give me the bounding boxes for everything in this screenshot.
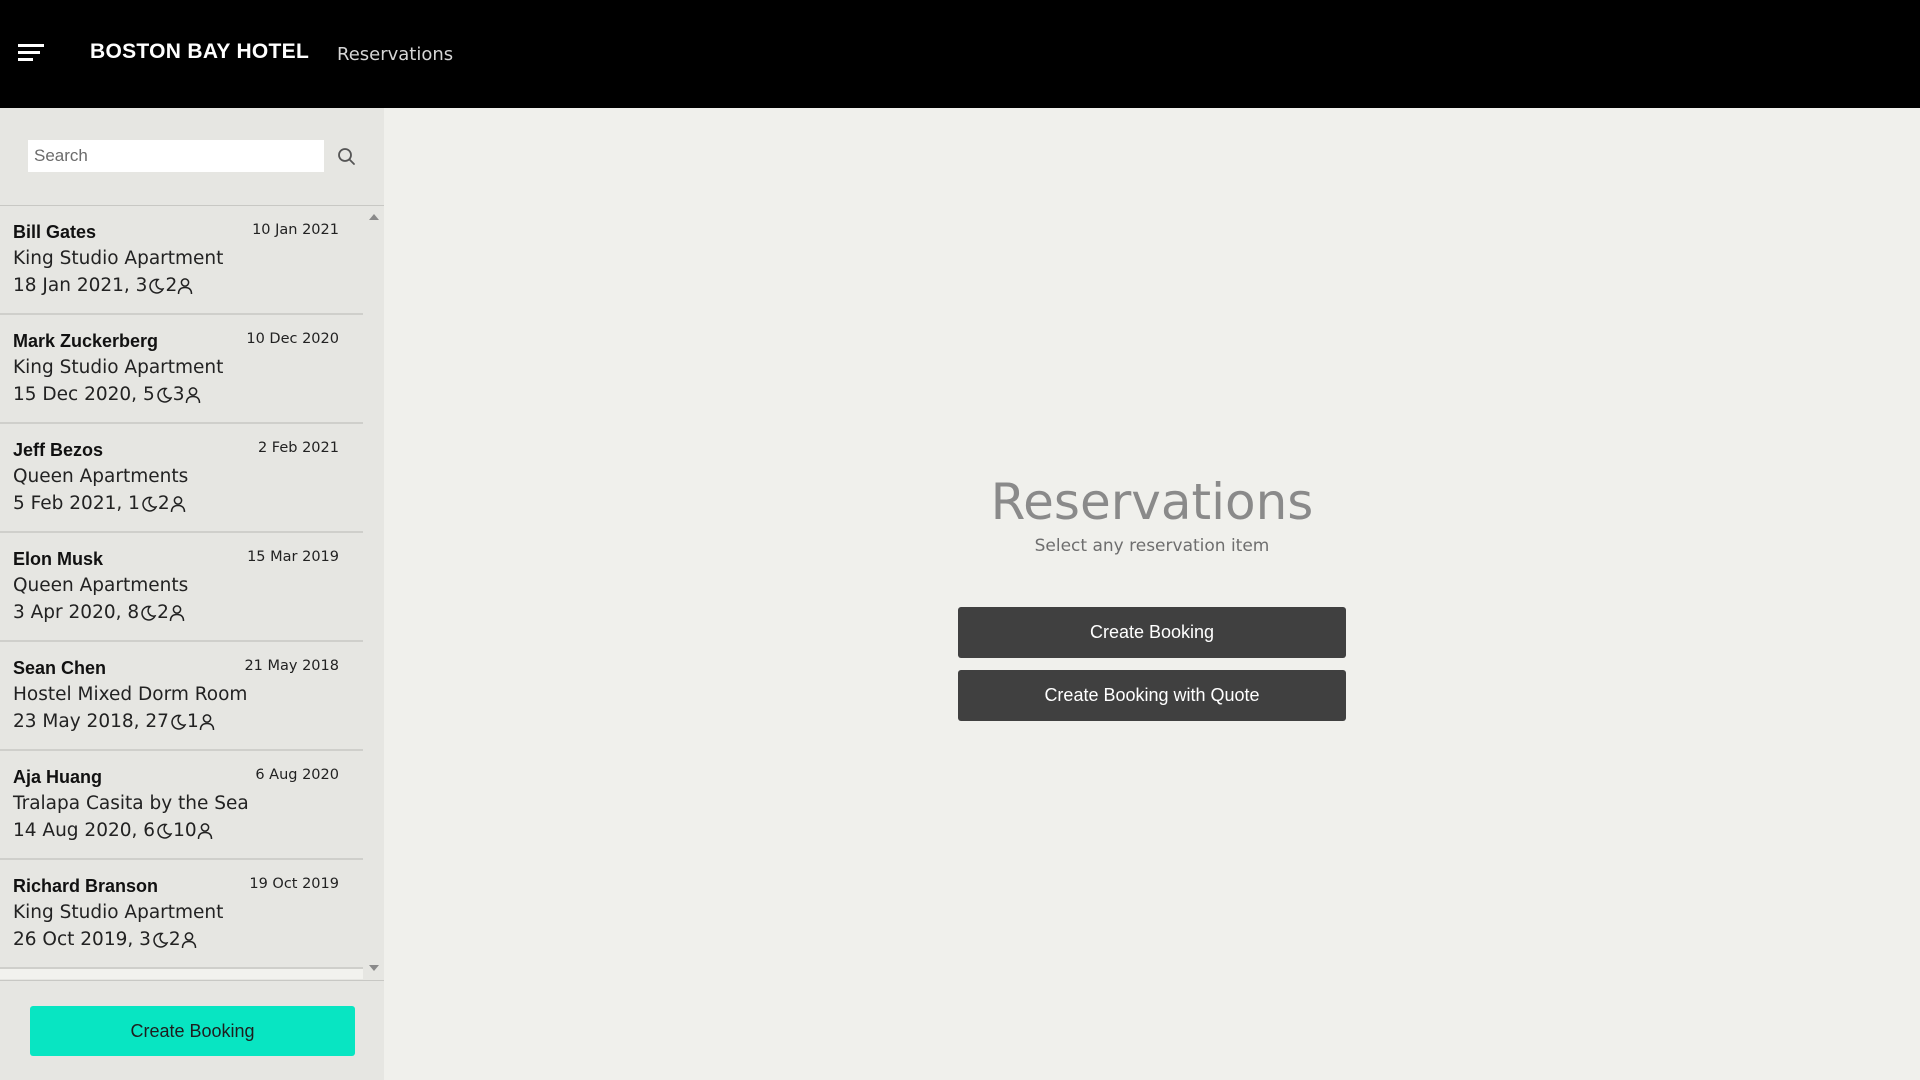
reservation-item-bill-gates[interactable]: Bill Gates 10 Jan 2021 King Studio Apart… [0,206,363,315]
room-type: Queen Apartments [13,575,189,596]
moon-icon [153,932,169,948]
booking-date: 21 May 2018 [244,658,339,674]
guest-name: Aja Huang [13,767,103,787]
scroll-up-arrow-icon[interactable] [369,214,379,220]
nights-count: 6 [143,820,156,841]
arrival-date: 23 May 2018, [13,711,140,732]
nights-count: 3 [135,275,148,296]
stay-details: 18 Jan 2021, 32 [13,275,193,296]
guests-count: 2 [165,275,178,296]
booking-date: 10 Dec 2020 [246,331,339,347]
moon-icon [142,496,158,512]
reservation-item-mark-zuckerberg[interactable]: Mark Zuckerberg 10 Dec 2020 King Studio … [0,315,363,424]
person-icon [170,495,185,512]
moon-icon [149,278,165,294]
arrival-date: 18 Jan 2021, [13,275,130,296]
reservation-item-sean-chen[interactable]: Sean Chen 21 May 2018 Hostel Mixed Dorm … [0,642,363,751]
sidebar-create-booking-button[interactable]: Create Booking [30,1006,355,1056]
sidebar-bottom-divider [0,980,384,981]
stay-details: 5 Feb 2021, 12 [13,493,186,514]
main-panel: Reservations Select any reservation item… [384,108,1920,1080]
guests-count: 2 [157,493,170,514]
guest-name: Elon Musk [13,549,104,569]
search-icon [338,148,355,165]
nights-count: 8 [127,602,140,623]
room-type: King Studio Apartment [13,902,224,923]
search-button[interactable] [335,145,359,169]
scroll-down-arrow-icon[interactable] [369,965,379,971]
guest-name: Jeff Bezos [13,440,104,460]
reservation-item-jeff-bezos[interactable]: Jeff Bezos 2 Feb 2021 Queen Apartments 5… [0,424,363,533]
guest-name: Mark Zuckerberg [13,331,159,351]
booking-date: 15 Mar 2019 [247,549,339,565]
list-item-partial[interactable] [0,969,363,979]
guest-name: Bill Gates [13,222,97,242]
moon-icon [157,823,173,839]
page-subtitle: Select any reservation item [1034,536,1270,556]
nights-count: 1 [128,493,140,514]
reservation-list[interactable]: Bill Gates 10 Jan 2021 King Studio Apart… [0,206,363,979]
reservation-item-aja-huang[interactable]: Aja Huang 6 Aug 2020 Tralapa Casita by t… [0,751,363,860]
stay-details: 3 Apr 2020, 82 [13,602,185,623]
hotel-brand: BOSTON BAY HOTEL [90,40,310,63]
guests-count: 3 [172,384,185,405]
guest-name: Richard Branson [13,876,159,896]
room-type: Hostel Mixed Dorm Room [13,684,248,705]
list-scrollbar[interactable] [365,206,384,979]
guests-count: 2 [168,929,181,950]
moon-icon [171,714,187,730]
moon-icon [157,387,173,403]
create-booking-with-quote-button[interactable]: Create Booking with Quote [958,670,1346,721]
arrival-date: 14 Aug 2020, [13,820,138,841]
person-icon [169,604,185,621]
nights-count: 5 [142,384,155,405]
person-icon [185,386,200,403]
arrival-date: 15 Dec 2020, [13,384,138,405]
room-type: King Studio Apartment [13,357,224,378]
room-type: Queen Apartments [13,466,189,487]
guest-name: Sean Chen [13,658,107,678]
sidebar: Bill Gates 10 Jan 2021 King Studio Apart… [0,108,384,1080]
arrival-date: 3 Apr 2020, [13,602,122,623]
section-title: Reservations [337,44,454,65]
menu-icon [18,44,44,61]
room-type: Tralapa Casita by the Sea [13,793,249,814]
person-icon [177,277,193,294]
room-type: King Studio Apartment [13,248,224,269]
reservation-item-richard-branson[interactable]: Richard Branson 19 Oct 2019 King Studio … [0,860,363,969]
person-icon [197,822,212,839]
top-bar: BOSTON BAY HOTEL Reservations [0,0,1920,108]
person-icon [199,713,214,730]
menu-button[interactable] [16,40,48,68]
page-title: Reservations [990,473,1314,531]
moon-icon [141,605,157,621]
arrival-date: 26 Oct 2019, [13,929,134,950]
nights-count: 27 [145,711,169,732]
booking-date: 6 Aug 2020 [255,767,339,783]
arrival-date: 5 Feb 2021, [13,493,123,514]
search-input[interactable] [27,139,325,173]
booking-date: 19 Oct 2019 [249,876,339,892]
stay-details: 14 Aug 2020, 6 10 [13,820,213,841]
search-area [0,108,384,206]
guests-count: 1 [186,711,199,732]
nights-count: 3 [139,929,151,950]
booking-date: 10 Jan 2021 [252,222,339,238]
person-icon [181,931,196,948]
stay-details: 26 Oct 2019, 32 [13,929,197,950]
guests-count: 2 [157,602,169,623]
stay-details: 15 Dec 2020, 53 [13,384,201,405]
create-booking-button[interactable]: Create Booking [958,607,1346,658]
stay-details: 23 May 2018, 27 1 [13,711,215,732]
guests-count: 10 [173,820,197,841]
reservation-item-elon-musk[interactable]: Elon Musk 15 Mar 2019 Queen Apartments 3… [0,533,363,642]
booking-date: 2 Feb 2021 [257,440,339,456]
